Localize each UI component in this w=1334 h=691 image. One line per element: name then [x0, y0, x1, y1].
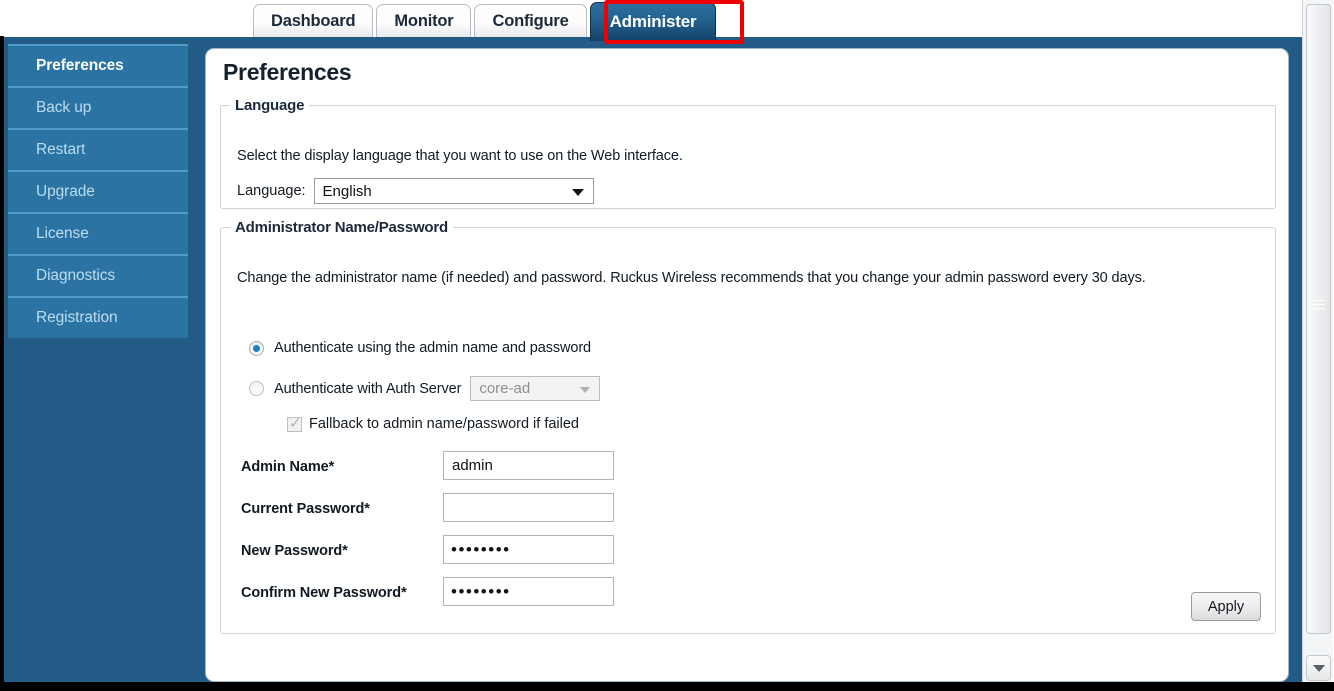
admin-name-value: admin [452, 457, 493, 474]
new-password-value: •••••••• [451, 539, 511, 559]
radio-button-auth-server[interactable] [249, 381, 264, 396]
radio-button-local-auth[interactable] [249, 340, 264, 356]
language-select[interactable]: English [313, 178, 594, 204]
sidebar: Preferences Back up Restart Upgrade Lice… [8, 44, 194, 682]
tab-label: Configure [492, 11, 569, 30]
current-password-label: Current Password* [241, 501, 370, 517]
sidebar-item-diagnostics[interactable]: Diagnostics [8, 254, 188, 296]
radio-row-auth-server[interactable]: Authenticate with Auth Server core-ad [249, 376, 601, 401]
browser-viewport: Dashboard Monitor Configure Administer P… [0, 0, 1334, 691]
sidebar-item-label: Upgrade [36, 183, 95, 200]
radio-label-local-auth: Authenticate using the admin name and pa… [274, 340, 592, 356]
fallback-row[interactable]: Fallback to admin name/password if faile… [287, 414, 579, 432]
tab-monitor[interactable]: Monitor [376, 4, 472, 37]
auth-server-select[interactable]: core-ad [470, 376, 601, 401]
new-password-input[interactable]: •••••••• [443, 535, 614, 564]
sidebar-item-preferences[interactable]: Preferences [8, 44, 188, 86]
content-panel: Preferences Language Select the display … [205, 48, 1289, 682]
administrator-section: Administrator Name/Password Change the a… [220, 219, 1276, 634]
chevron-down-icon [580, 386, 591, 393]
sidebar-item-label: Registration [36, 309, 118, 326]
confirm-password-label: Confirm New Password* [241, 585, 407, 601]
sidebar-item-label: License [36, 225, 89, 242]
tab-label: Administer [609, 12, 697, 31]
scrollbar-thumb[interactable] [1306, 4, 1331, 634]
window-border-bottom [0, 682, 1334, 687]
confirm-password-input[interactable]: •••••••• [443, 577, 614, 606]
admin-name-label: Admin Name* [241, 459, 335, 475]
sidebar-item-label: Restart [36, 141, 86, 158]
confirm-password-row: Confirm New Password* [241, 578, 407, 608]
arrow-down-icon [1312, 664, 1325, 672]
sidebar-item-upgrade[interactable]: Upgrade [8, 170, 188, 212]
page-title: Preferences [223, 59, 352, 85]
tab-dashboard[interactable]: Dashboard [253, 4, 374, 37]
sidebar-item-registration[interactable]: Registration [8, 296, 188, 338]
new-password-row: New Password* [241, 536, 348, 566]
auth-server-select-value: core-ad [479, 380, 531, 397]
apply-button-label: Apply [1207, 598, 1245, 615]
fallback-label: Fallback to admin name/password if faile… [309, 416, 579, 432]
tab-configure[interactable]: Configure [474, 4, 587, 37]
current-password-row: Current Password* [241, 494, 370, 524]
language-section-legend: Language [235, 97, 305, 114]
scrollbar-down-arrow-button[interactable] [1306, 655, 1331, 681]
confirm-password-value: •••••••• [451, 581, 511, 601]
radio-row-local-auth[interactable]: Authenticate using the admin name and pa… [249, 340, 591, 356]
window-border-left [0, 36, 4, 687]
radio-label-auth-server: Authenticate with Auth Server [274, 380, 462, 397]
apply-button[interactable]: Apply [1191, 592, 1261, 621]
tab-administer[interactable]: Administer [589, 2, 717, 41]
sidebar-item-restart[interactable]: Restart [8, 128, 188, 170]
sidebar-item-license[interactable]: License [8, 212, 188, 254]
fallback-checkbox[interactable] [287, 414, 302, 432]
administrator-section-legend: Administrator Name/Password [235, 219, 448, 236]
sidebar-item-label: Preferences [36, 57, 124, 74]
chevron-down-icon [571, 189, 584, 196]
sidebar-nav-list: Preferences Back up Restart Upgrade Lice… [8, 44, 194, 338]
vertical-scrollbar[interactable] [1302, 0, 1333, 687]
tab-list: Dashboard Monitor Configure Administer [253, 2, 719, 41]
sidebar-item-backup[interactable]: Back up [8, 86, 188, 128]
main-tab-bar: Dashboard Monitor Configure Administer [0, 0, 1334, 41]
admin-name-row: Admin Name* [241, 452, 334, 482]
language-section: Language Select the display language tha… [220, 97, 1276, 209]
sidebar-item-label: Diagnostics [36, 267, 116, 284]
language-field-label: Language: [237, 183, 306, 199]
admin-name-input[interactable]: admin [443, 451, 614, 480]
language-field-row: Language: English [237, 178, 594, 204]
tab-label: Dashboard [271, 11, 356, 30]
administrator-description: Change the administrator name (if needed… [237, 270, 1146, 286]
language-select-value: English [322, 182, 372, 200]
tab-label: Monitor [394, 11, 454, 30]
new-password-label: New Password* [241, 543, 348, 559]
scrollbar-grip-icon [1312, 300, 1325, 313]
sidebar-item-label: Back up [36, 99, 92, 116]
current-password-input[interactable] [443, 493, 614, 522]
language-description: Select the display language that you wan… [237, 148, 683, 164]
